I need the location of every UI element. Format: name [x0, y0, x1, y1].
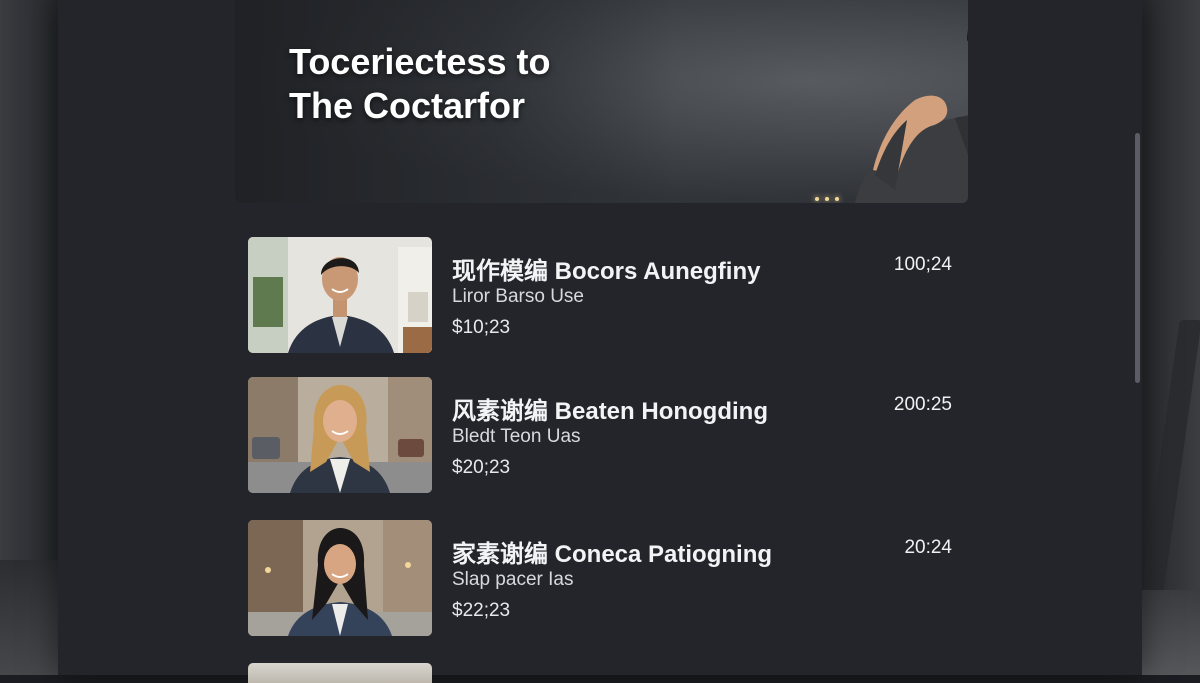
- hero-title: Toceriectess to The Coctarfor: [289, 40, 649, 128]
- item-subtitle: Liror Barso Use: [452, 286, 584, 307]
- item-title: 现作模编 Bocors Aunegfiny: [452, 258, 761, 285]
- list-item[interactable]: 风素谢编 Beaten Honogding Bledt Teon Uas $20…: [248, 377, 968, 493]
- hero-person-image: [855, 30, 968, 203]
- portrait-image: [248, 237, 432, 353]
- item-subtitle: Bledt Teon Uas: [452, 426, 581, 447]
- item-thumbnail[interactable]: [248, 377, 432, 493]
- item-thumbnail[interactable]: [248, 237, 432, 353]
- item-time: 100;24: [893, 254, 952, 275]
- item-price: $20;23: [452, 457, 511, 478]
- item-time: 200:25: [893, 394, 952, 415]
- item-price: $10;23: [452, 317, 511, 338]
- item-title: 风素谢编 Beaten Honogding: [452, 398, 768, 425]
- item-title: 家素谢编 Coneca Patiogning: [452, 541, 773, 568]
- portrait-image: [248, 520, 432, 636]
- hero-bokeh-lights: [815, 188, 855, 201]
- hero-title-line-1: Toceriectess to: [289, 41, 551, 82]
- list-item-thumbnail-partial[interactable]: [248, 663, 432, 683]
- background-shelf-right: [1142, 590, 1200, 675]
- list-item[interactable]: 现作模编 Bocors Aunegfiny Liror Barso Use $1…: [248, 237, 968, 353]
- item-time: 20:24: [904, 537, 952, 558]
- background-furniture-left: [0, 560, 58, 675]
- item-price: $22;23: [452, 600, 511, 621]
- item-thumbnail[interactable]: [248, 520, 432, 636]
- hero-title-line-2: The Coctarfor: [289, 85, 526, 126]
- list-item[interactable]: 家素谢编 Coneca Patiogning Slap pacer Ias $2…: [248, 520, 968, 636]
- portrait-image: [248, 377, 432, 493]
- item-subtitle: Slap pacer Ias: [452, 569, 574, 590]
- scrollbar-thumb[interactable]: [1135, 133, 1140, 383]
